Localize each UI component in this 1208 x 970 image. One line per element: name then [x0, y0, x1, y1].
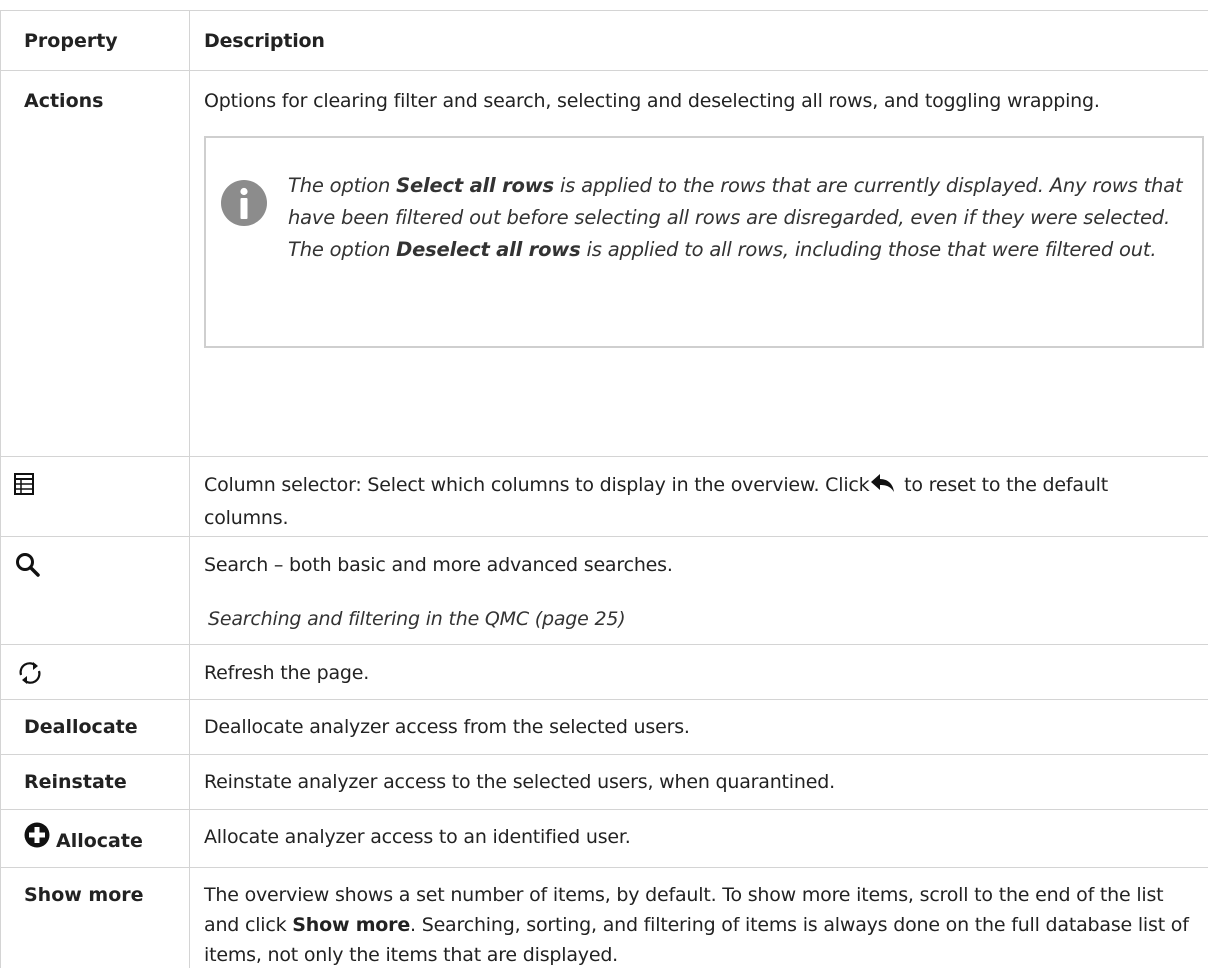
- actions-description: Options for clearing filter and search, …: [204, 90, 1100, 112]
- allocate-label: Allocate: [56, 830, 143, 852]
- table-header-row: Property Description: [0, 11, 1208, 71]
- column-selector-text: Column selector: Select which columns to…: [204, 474, 876, 496]
- actions-description-cell: Options for clearing filter and search, …: [190, 71, 1208, 456]
- table-row-allocate: Allocate Allocate analyzer access to an …: [0, 810, 1208, 868]
- show-more-description: The overview shows a set number of items…: [190, 868, 1208, 968]
- search-filter-link[interactable]: Searching and filtering in the QMC (page…: [204, 604, 1198, 634]
- refresh-icon-cell: [0, 645, 190, 699]
- properties-table: Property Description Actions Options for…: [0, 10, 1208, 968]
- refresh-icon: [19, 662, 41, 684]
- note-text-part: The option: [288, 174, 397, 197]
- table-row-show-more: Show more The overview shows a set numbe…: [0, 868, 1208, 968]
- table-row-reinstate: Reinstate Reinstate analyzer access to t…: [0, 755, 1208, 810]
- table-row-deallocate: Deallocate Deallocate analyzer access fr…: [0, 700, 1208, 755]
- info-note: The option Select all rows is applied to…: [204, 136, 1204, 348]
- table-row-refresh: Refresh the page.: [0, 645, 1208, 700]
- note-bold-deselect-all-rows: Deselect all rows: [396, 238, 581, 261]
- table-icon: [14, 473, 34, 495]
- table-row-actions: Actions Options for clearing filter and …: [0, 71, 1208, 457]
- note-text-part: is applied to all rows, including those …: [580, 238, 1157, 261]
- table-row-column-selector: Column selector: Select which columns to…: [0, 457, 1208, 537]
- show-more-bold: Show more: [292, 914, 411, 936]
- column-selector-icon-cell: [0, 457, 190, 536]
- info-note-text: The option Select all rows is applied to…: [288, 170, 1188, 266]
- undo-arrow-icon: [871, 474, 895, 492]
- plus-circle-icon: [24, 822, 50, 848]
- search-icon: [16, 553, 40, 577]
- deallocate-label: Deallocate: [0, 700, 190, 754]
- actions-label: Actions: [0, 71, 190, 456]
- reinstate-label: Reinstate: [0, 755, 190, 809]
- allocate-label-cell: Allocate: [0, 810, 190, 867]
- search-description-cell: Search – both basic and more advanced se…: [190, 537, 1208, 644]
- search-description: Search – both basic and more advanced se…: [204, 554, 673, 576]
- reinstate-description: Reinstate analyzer access to the selecte…: [204, 771, 835, 793]
- header-description: Description: [204, 30, 325, 52]
- column-selector-description: Column selector: Select which columns to…: [190, 457, 1208, 536]
- refresh-description: Refresh the page.: [204, 662, 370, 684]
- allocate-description: Allocate analyzer access to an identifie…: [204, 826, 631, 848]
- note-bold-select-all-rows: Select all rows: [396, 174, 554, 197]
- allocate-label-wrap: Allocate: [24, 822, 143, 852]
- show-more-label: Show more: [0, 868, 190, 968]
- info-icon: [221, 180, 267, 226]
- header-property: Property: [0, 11, 190, 70]
- table-row-search: Search – both basic and more advanced se…: [0, 537, 1208, 645]
- deallocate-description: Deallocate analyzer access from the sele…: [204, 716, 690, 738]
- search-icon-cell: [0, 537, 190, 644]
